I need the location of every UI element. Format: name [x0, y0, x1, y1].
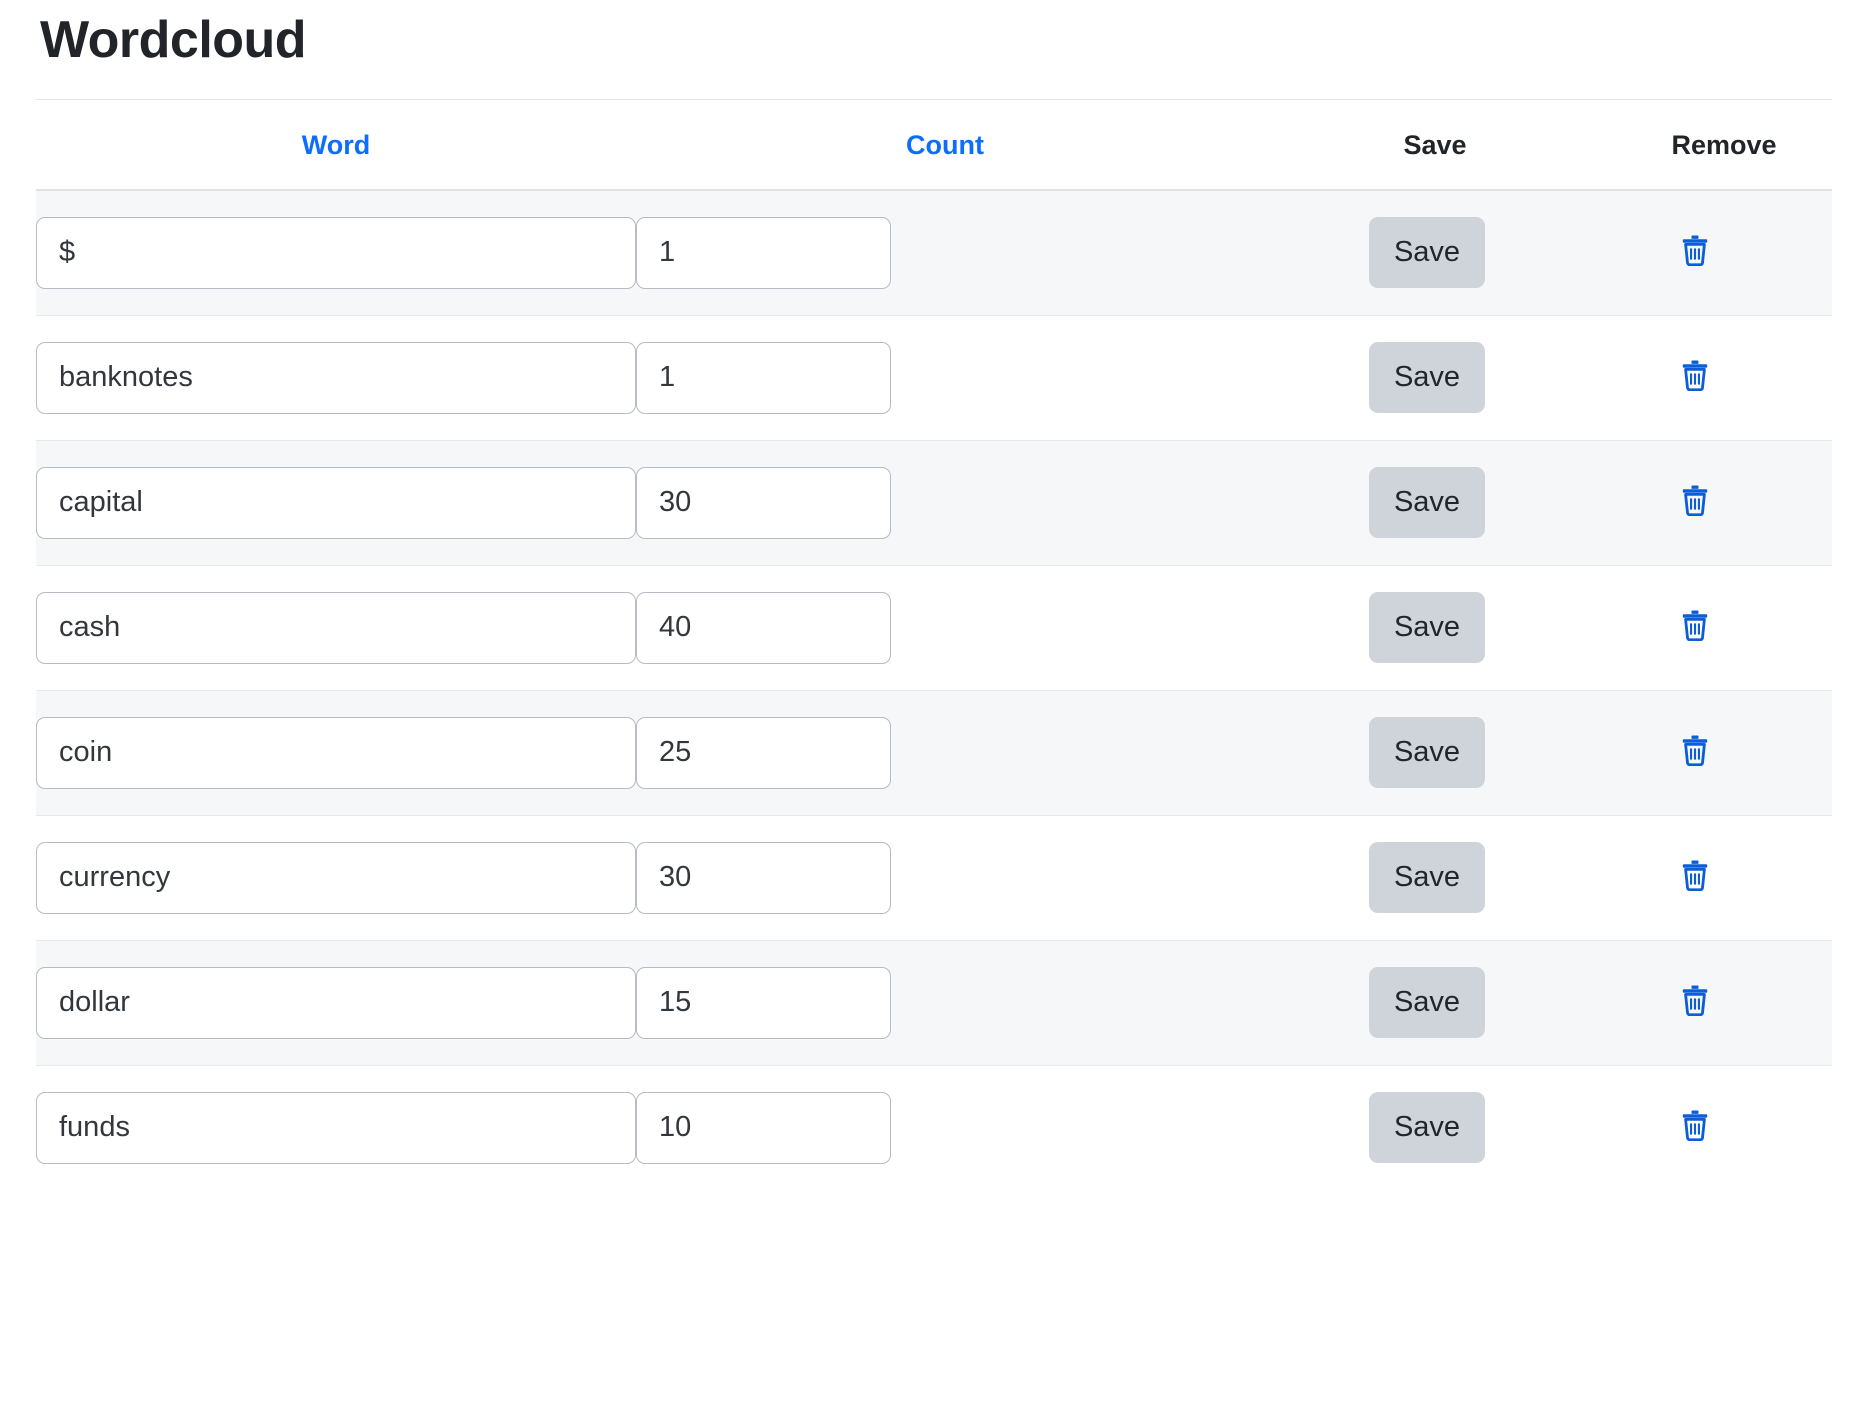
word-cell	[36, 1065, 636, 1190]
remove-cell	[1616, 815, 1832, 940]
save-cell: Save	[1254, 940, 1616, 1065]
table-row: Save	[36, 315, 1832, 440]
count-input[interactable]	[636, 967, 891, 1039]
table-row: Save	[36, 1065, 1832, 1190]
remove-row-button[interactable]	[1681, 1109, 1709, 1141]
save-button[interactable]: Save	[1369, 842, 1485, 913]
count-cell	[636, 440, 1254, 565]
remove-row-button[interactable]	[1681, 609, 1709, 641]
trash-icon	[1681, 359, 1709, 391]
word-input[interactable]	[36, 717, 636, 789]
count-input[interactable]	[636, 717, 891, 789]
save-button[interactable]: Save	[1369, 967, 1485, 1038]
count-input[interactable]	[636, 842, 891, 914]
table-header-row: Word Count Save Remove	[36, 100, 1832, 190]
remove-row-button[interactable]	[1681, 484, 1709, 516]
column-header-word[interactable]: Word	[36, 100, 636, 190]
remove-cell	[1616, 940, 1832, 1065]
word-cell	[36, 940, 636, 1065]
count-input[interactable]	[636, 342, 891, 414]
trash-icon	[1681, 484, 1709, 516]
word-cell	[36, 690, 636, 815]
word-input[interactable]	[36, 842, 636, 914]
count-input[interactable]	[636, 467, 891, 539]
column-header-count[interactable]: Count	[636, 100, 1254, 190]
count-input[interactable]	[636, 1092, 891, 1164]
save-button[interactable]: Save	[1369, 717, 1485, 788]
table-row: Save	[36, 940, 1832, 1065]
save-cell: Save	[1254, 690, 1616, 815]
save-cell: Save	[1254, 190, 1616, 315]
remove-cell	[1616, 1065, 1832, 1190]
count-cell	[636, 1065, 1254, 1190]
remove-cell	[1616, 690, 1832, 815]
table-row: Save	[36, 565, 1832, 690]
count-cell	[636, 690, 1254, 815]
save-cell: Save	[1254, 315, 1616, 440]
trash-icon	[1681, 1109, 1709, 1141]
table-body: Save	[36, 190, 1832, 1190]
word-cell	[36, 440, 636, 565]
trash-icon	[1681, 734, 1709, 766]
word-cell	[36, 815, 636, 940]
trash-icon	[1681, 609, 1709, 641]
save-cell: Save	[1254, 1065, 1616, 1190]
save-button[interactable]: Save	[1369, 1092, 1485, 1163]
wordcloud-table: Word Count Save Remove Save	[36, 100, 1832, 1190]
table-row: Save	[36, 190, 1832, 315]
remove-row-button[interactable]	[1681, 859, 1709, 891]
column-header-remove: Remove	[1616, 100, 1832, 190]
save-cell: Save	[1254, 440, 1616, 565]
count-cell	[636, 565, 1254, 690]
count-cell	[636, 315, 1254, 440]
wordcloud-page: Wordcloud Word Count Save Remove Save	[0, 0, 1868, 1420]
remove-row-button[interactable]	[1681, 359, 1709, 391]
word-cell	[36, 315, 636, 440]
word-input[interactable]	[36, 592, 636, 664]
count-input[interactable]	[636, 592, 891, 664]
page-title: Wordcloud	[40, 0, 1832, 66]
table-row: Save	[36, 815, 1832, 940]
trash-icon	[1681, 234, 1709, 266]
remove-row-button[interactable]	[1681, 984, 1709, 1016]
remove-cell	[1616, 190, 1832, 315]
table-row: Save	[36, 440, 1832, 565]
save-button[interactable]: Save	[1369, 467, 1485, 538]
word-cell	[36, 190, 636, 315]
remove-row-button[interactable]	[1681, 734, 1709, 766]
word-input[interactable]	[36, 467, 636, 539]
remove-cell	[1616, 440, 1832, 565]
save-button[interactable]: Save	[1369, 217, 1485, 288]
save-cell: Save	[1254, 815, 1616, 940]
remove-cell	[1616, 565, 1832, 690]
count-cell	[636, 815, 1254, 940]
table-header: Word Count Save Remove	[36, 100, 1832, 190]
save-button[interactable]: Save	[1369, 592, 1485, 663]
word-cell	[36, 565, 636, 690]
word-input[interactable]	[36, 967, 636, 1039]
trash-icon	[1681, 859, 1709, 891]
remove-row-button[interactable]	[1681, 234, 1709, 266]
count-cell	[636, 940, 1254, 1065]
word-input[interactable]	[36, 217, 636, 289]
trash-icon	[1681, 984, 1709, 1016]
save-button[interactable]: Save	[1369, 342, 1485, 413]
count-cell	[636, 190, 1254, 315]
word-input[interactable]	[36, 342, 636, 414]
word-input[interactable]	[36, 1092, 636, 1164]
count-input[interactable]	[636, 217, 891, 289]
remove-cell	[1616, 315, 1832, 440]
table-row: Save	[36, 690, 1832, 815]
save-cell: Save	[1254, 565, 1616, 690]
column-header-save: Save	[1254, 100, 1616, 190]
